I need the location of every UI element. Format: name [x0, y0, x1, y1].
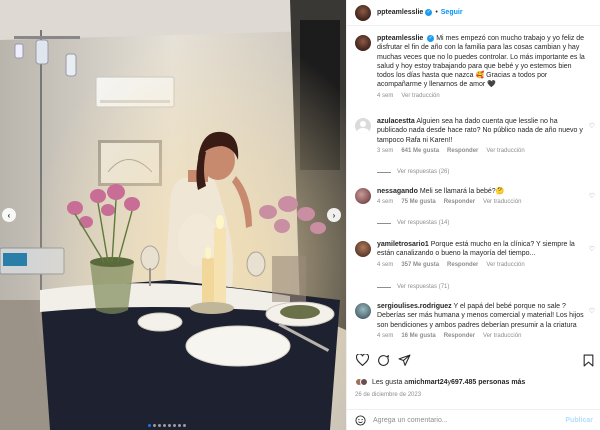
- comment-time: 3 sem: [377, 147, 394, 154]
- action-bar: [355, 352, 595, 368]
- likes-prefix: Les gusta a: [372, 378, 409, 386]
- post-date: 26 de diciembre de 2023: [355, 392, 422, 398]
- comment-time: 4 sem: [377, 261, 394, 268]
- comment-likes[interactable]: 75 Me gusta: [401, 199, 435, 205]
- caption-text: Mi mes empezó con mucho trabajo y yo fel…: [377, 35, 585, 89]
- avatar[interactable]: [355, 4, 371, 21]
- comment-icon[interactable]: [376, 353, 390, 367]
- chevron-right-icon[interactable]: ›: [327, 208, 341, 222]
- photo-scene: [0, 0, 346, 430]
- post-photo[interactable]: ‹ ›: [0, 0, 346, 430]
- post-username[interactable]: ppteamlesslie: [377, 9, 423, 16]
- comment-time: 4 sem: [377, 199, 394, 206]
- comment-likes[interactable]: 16 Me gusta: [401, 333, 435, 339]
- reply-button[interactable]: Responder: [447, 262, 478, 268]
- list-item: sergioulises.rodriguez Y el papá del beb…: [347, 302, 600, 339]
- reply-button[interactable]: Responder: [444, 333, 475, 339]
- comment-username[interactable]: nessagando: [377, 188, 418, 195]
- heart-icon[interactable]: ♡: [589, 307, 595, 315]
- avatar: [360, 378, 368, 386]
- caption-username[interactable]: ppteamlesslie: [377, 35, 423, 42]
- comment-text: Meli se llamará la bebé?🤔: [419, 188, 505, 195]
- comment-likes[interactable]: 357 Me gusta: [401, 262, 439, 268]
- reply-button[interactable]: Responder: [444, 199, 475, 205]
- avatar[interactable]: [355, 241, 371, 257]
- likes-user[interactable]: michmart24: [408, 379, 447, 386]
- verified-icon: ✓: [425, 9, 433, 16]
- chevron-left-icon[interactable]: ‹: [2, 208, 16, 222]
- publish-button[interactable]: Publicar: [565, 417, 593, 424]
- carousel-dots: [148, 424, 186, 427]
- comments-list[interactable]: ppteamlesslie ✓ Mi mes empezó con mucho …: [347, 26, 600, 348]
- list-item: azulacestta Alguien sea ha dado cuenta q…: [347, 117, 600, 154]
- comment-username[interactable]: yamiletrosario1: [377, 241, 429, 248]
- verified-icon: ✓: [427, 34, 435, 42]
- heart-icon[interactable]: [355, 353, 369, 367]
- avatar[interactable]: [355, 118, 371, 134]
- translate-link[interactable]: Ver traducción: [486, 262, 524, 268]
- translate-link[interactable]: Ver traducción: [401, 93, 439, 99]
- translate-link[interactable]: Ver traducción: [483, 199, 521, 205]
- caption: ppteamlesslie ✓ Mi mes empezó con mucho …: [347, 34, 600, 99]
- add-comment-bar: Agrega un comentario... Publicar: [347, 409, 600, 430]
- view-replies[interactable]: Ver respuestas (14): [377, 220, 449, 226]
- view-replies[interactable]: Ver respuestas (26): [377, 169, 449, 175]
- smile-icon[interactable]: [355, 414, 366, 426]
- translate-link[interactable]: Ver traducción: [483, 333, 521, 339]
- view-replies[interactable]: Ver respuestas (71): [377, 284, 449, 290]
- comment-likes[interactable]: 641 Me gusta: [401, 148, 439, 154]
- list-item: yamiletrosario1 Porque está mucho en la …: [347, 240, 600, 268]
- post-panel: ppteamlesslie ✓ • Seguir ppteamlesslie ✓…: [346, 0, 600, 430]
- comment-input[interactable]: Agrega un comentario...: [373, 417, 448, 424]
- heart-icon[interactable]: ♡: [589, 122, 595, 130]
- likes-count[interactable]: 697.485 personas más: [451, 379, 525, 386]
- reply-button[interactable]: Responder: [447, 148, 478, 154]
- avatar[interactable]: [355, 35, 371, 51]
- comment-username[interactable]: sergioulises.rodriguez: [377, 303, 452, 310]
- translate-link[interactable]: Ver traducción: [486, 148, 524, 154]
- save-icon[interactable]: [581, 353, 595, 367]
- separator-dot: •: [435, 9, 438, 16]
- heart-icon[interactable]: ♡: [589, 192, 595, 200]
- comment-username[interactable]: azulacestta: [377, 118, 415, 125]
- avatar[interactable]: [355, 303, 371, 319]
- comment-time: 4 sem: [377, 332, 394, 339]
- follow-button[interactable]: Seguir: [441, 9, 463, 16]
- heart-icon[interactable]: ♡: [589, 245, 595, 253]
- post-header: ppteamlesslie ✓ • Seguir: [347, 0, 600, 26]
- share-icon[interactable]: [397, 353, 411, 367]
- likes-line: Les gusta a michmart24 y 697.485 persona…: [355, 378, 525, 386]
- caption-time: 4 sem: [377, 92, 394, 99]
- list-item: nessagando Meli se llamará la bebé?🤔 4 s…: [347, 187, 600, 205]
- avatar[interactable]: [355, 188, 371, 204]
